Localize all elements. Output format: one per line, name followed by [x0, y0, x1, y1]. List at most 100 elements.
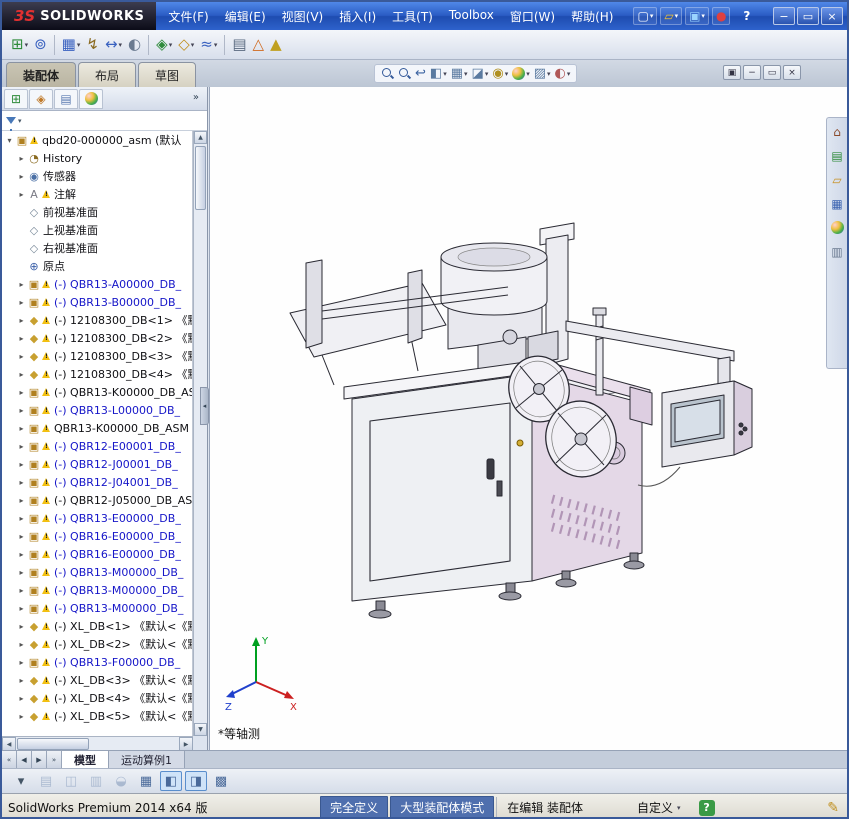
tree-item[interactable]: ⊕原点 [2, 257, 192, 275]
smart-fasteners-button[interactable]: ↯ [83, 33, 102, 57]
tree-item[interactable]: ▸▣(-) QBR13-L00000_DB_ [2, 401, 192, 419]
mate-button[interactable]: ⊚ [31, 33, 50, 57]
tree-item[interactable]: ▸◆(-) 12108300_DB<4> 《默认 [2, 365, 192, 383]
control-panel[interactable] [638, 381, 752, 486]
close-button[interactable]: × [821, 7, 843, 25]
tree-item[interactable]: ▸◔History [2, 149, 192, 167]
bottom-tool-1[interactable]: ▤ [35, 771, 57, 791]
command-tab-1[interactable]: 装配体 [6, 62, 76, 87]
expand-arrow-icon[interactable]: ▸ [16, 694, 27, 703]
expand-arrow-icon[interactable]: ▸ [16, 316, 27, 325]
scroll-thumb-horizontal[interactable] [17, 738, 89, 750]
doc-restore-button[interactable]: ▭ [763, 65, 781, 80]
tree-item[interactable]: ◇右视基准面 [2, 239, 192, 257]
tree-item[interactable]: ◇上视基准面 [2, 221, 192, 239]
tree-item[interactable]: ▸▣QBR13-K00000_DB_ASM [2, 419, 192, 437]
section-view-button[interactable]: ◧▾ [428, 66, 449, 81]
expand-arrow-icon[interactable]: ▸ [16, 280, 27, 289]
model-status-button[interactable]: ● [712, 7, 730, 25]
help-button[interactable]: ? [743, 9, 750, 23]
machine-cabinet[interactable] [344, 360, 652, 601]
reference-geometry-button[interactable]: ◇▾ [175, 33, 197, 57]
bill-of-materials-button[interactable]: ▤ [229, 33, 249, 57]
doc-close-button[interactable]: × [783, 65, 801, 80]
expand-arrow-icon[interactable]: ▸ [16, 514, 27, 523]
tree-item[interactable]: ▸▣(-) QBR16-E00000_DB_ [2, 527, 192, 545]
view-settings-button[interactable]: ◐▾ [553, 66, 573, 81]
scroll-left-button[interactable]: ◀ [2, 737, 16, 751]
tree-item[interactable]: ▸▣(-) QBR13-K00000_DB_ASM [2, 383, 192, 401]
scroll-up-button[interactable]: ▲ [194, 131, 207, 144]
menu-insert[interactable]: 插入(I) [331, 4, 384, 29]
bottom-tool-5[interactable]: ▦ [135, 771, 157, 791]
door-latch[interactable] [487, 459, 494, 479]
expand-arrow-icon[interactable]: ▸ [16, 406, 27, 415]
solidworks-resources-icon[interactable]: ⌂ [829, 123, 846, 140]
cabinet-front-face[interactable] [352, 374, 532, 601]
command-tab-2[interactable]: 布局 [78, 62, 136, 87]
expand-arrow-icon[interactable]: ▸ [16, 154, 27, 163]
expand-arrow-icon[interactable]: ▸ [16, 658, 27, 667]
model-tab-1[interactable]: 模型 [62, 751, 109, 768]
bottom-tool-4[interactable]: ◒ [110, 771, 132, 791]
tab-scroll-button-4[interactable]: » [47, 751, 62, 768]
propertymanager-tab[interactable]: ◈ [29, 89, 53, 109]
menu-help[interactable]: 帮助(H) [563, 4, 621, 29]
zoom-to-fit-button[interactable] [379, 66, 396, 81]
tree-item[interactable]: ▸A注解 [2, 185, 192, 203]
menu-file[interactable]: 文件(F) [160, 4, 216, 29]
expand-arrow-icon[interactable]: ▸ [16, 676, 27, 685]
save-button[interactable]: ▣▾ [685, 7, 709, 25]
quick-tips-button[interactable]: ? [699, 800, 715, 816]
show-hidden-components-button[interactable]: ◐ [125, 33, 144, 57]
panel-splitter[interactable]: ◂ [200, 387, 209, 425]
file-explorer-icon[interactable]: ▱ [829, 171, 846, 188]
design-library-icon[interactable]: ▤ [829, 147, 846, 164]
edit-appearance-button[interactable]: ▾ [510, 66, 532, 81]
exploded-view-button[interactable]: △ [250, 33, 268, 57]
expand-arrow-icon[interactable]: ▸ [16, 460, 27, 469]
control-screen[interactable] [675, 400, 720, 442]
bottom-tool-6[interactable]: ◧ [160, 771, 182, 791]
instant3d-button[interactable]: ▲ [267, 33, 285, 57]
tree-item[interactable]: ▸▣(-) QBR16-E00000_DB_ [2, 545, 192, 563]
bowl-feeder[interactable] [441, 243, 547, 349]
featuremanager-tab[interactable]: ⊞ [4, 89, 28, 109]
linear-component-pattern-button[interactable]: ▦▾ [59, 33, 84, 57]
menu-toolbox[interactable]: Toolbox [441, 4, 502, 29]
brass-fitting[interactable] [517, 440, 523, 446]
expand-arrow-icon[interactable]: ▸ [16, 640, 27, 649]
menu-tools[interactable]: 工具(T) [384, 4, 441, 29]
restore-button[interactable]: ▭ [797, 7, 819, 25]
view-palette-icon[interactable]: ▦ [829, 195, 846, 212]
expand-arrow-icon[interactable]: ▸ [16, 604, 27, 613]
tree-item[interactable]: ▸▣(-) QBR13-M00000_DB_ [2, 581, 192, 599]
tree-item[interactable]: ▸▣(-) QBR13-E00000_DB_ [2, 509, 192, 527]
tree-item[interactable]: ▸▣(-) QBR12-J05000_DB_ASM [2, 491, 192, 509]
bottom-tool-8[interactable]: ▩ [210, 771, 232, 791]
doc-minimize-button[interactable]: − [743, 65, 761, 80]
tab-scroll-button-3[interactable]: ▶ [32, 751, 47, 768]
open-document-button[interactable]: ▱▾ [660, 7, 682, 25]
move-component-button[interactable]: ↔▾ [102, 33, 125, 57]
bottom-tool-7[interactable]: ◨ [185, 771, 207, 791]
scroll-thumb[interactable] [195, 146, 206, 210]
tree-item[interactable]: ▸▣(-) QBR12-E00001_DB_ [2, 437, 192, 455]
displaymanager-tab[interactable] [79, 89, 103, 109]
expand-arrow-icon[interactable]: ▸ [16, 622, 27, 631]
doc-window-button[interactable]: ▣ [723, 65, 741, 80]
zoom-to-area-button[interactable] [396, 66, 413, 81]
tab-scroll-button-1[interactable]: « [2, 751, 17, 768]
graphics-viewport[interactable]: Y X Z *等轴测 ⌂▤▱▦▥ [209, 87, 847, 750]
scroll-down-button[interactable]: ▼ [194, 723, 207, 736]
tree-item[interactable]: ▸◆(-) XL_DB<3> 《默认<《默认 [2, 671, 192, 689]
tree-item[interactable]: ▸◆(-) 12108300_DB<1> 《默认 [2, 311, 192, 329]
tree-item[interactable]: ▸▣(-) QBR12-J00001_DB_ [2, 455, 192, 473]
display-style-button[interactable]: ◪▾ [470, 66, 491, 81]
tree-item[interactable]: ▸▣(-) QBR13-M00000_DB_ [2, 599, 192, 617]
menu-window[interactable]: 窗口(W) [502, 4, 563, 29]
bottom-tool-3[interactable]: ▥ [85, 771, 107, 791]
menu-view[interactable]: 视图(V) [274, 4, 332, 29]
command-tab-3[interactable]: 草图 [138, 62, 196, 87]
tree-item[interactable]: ▸▣(-) QBR12-J04001_DB_ [2, 473, 192, 491]
